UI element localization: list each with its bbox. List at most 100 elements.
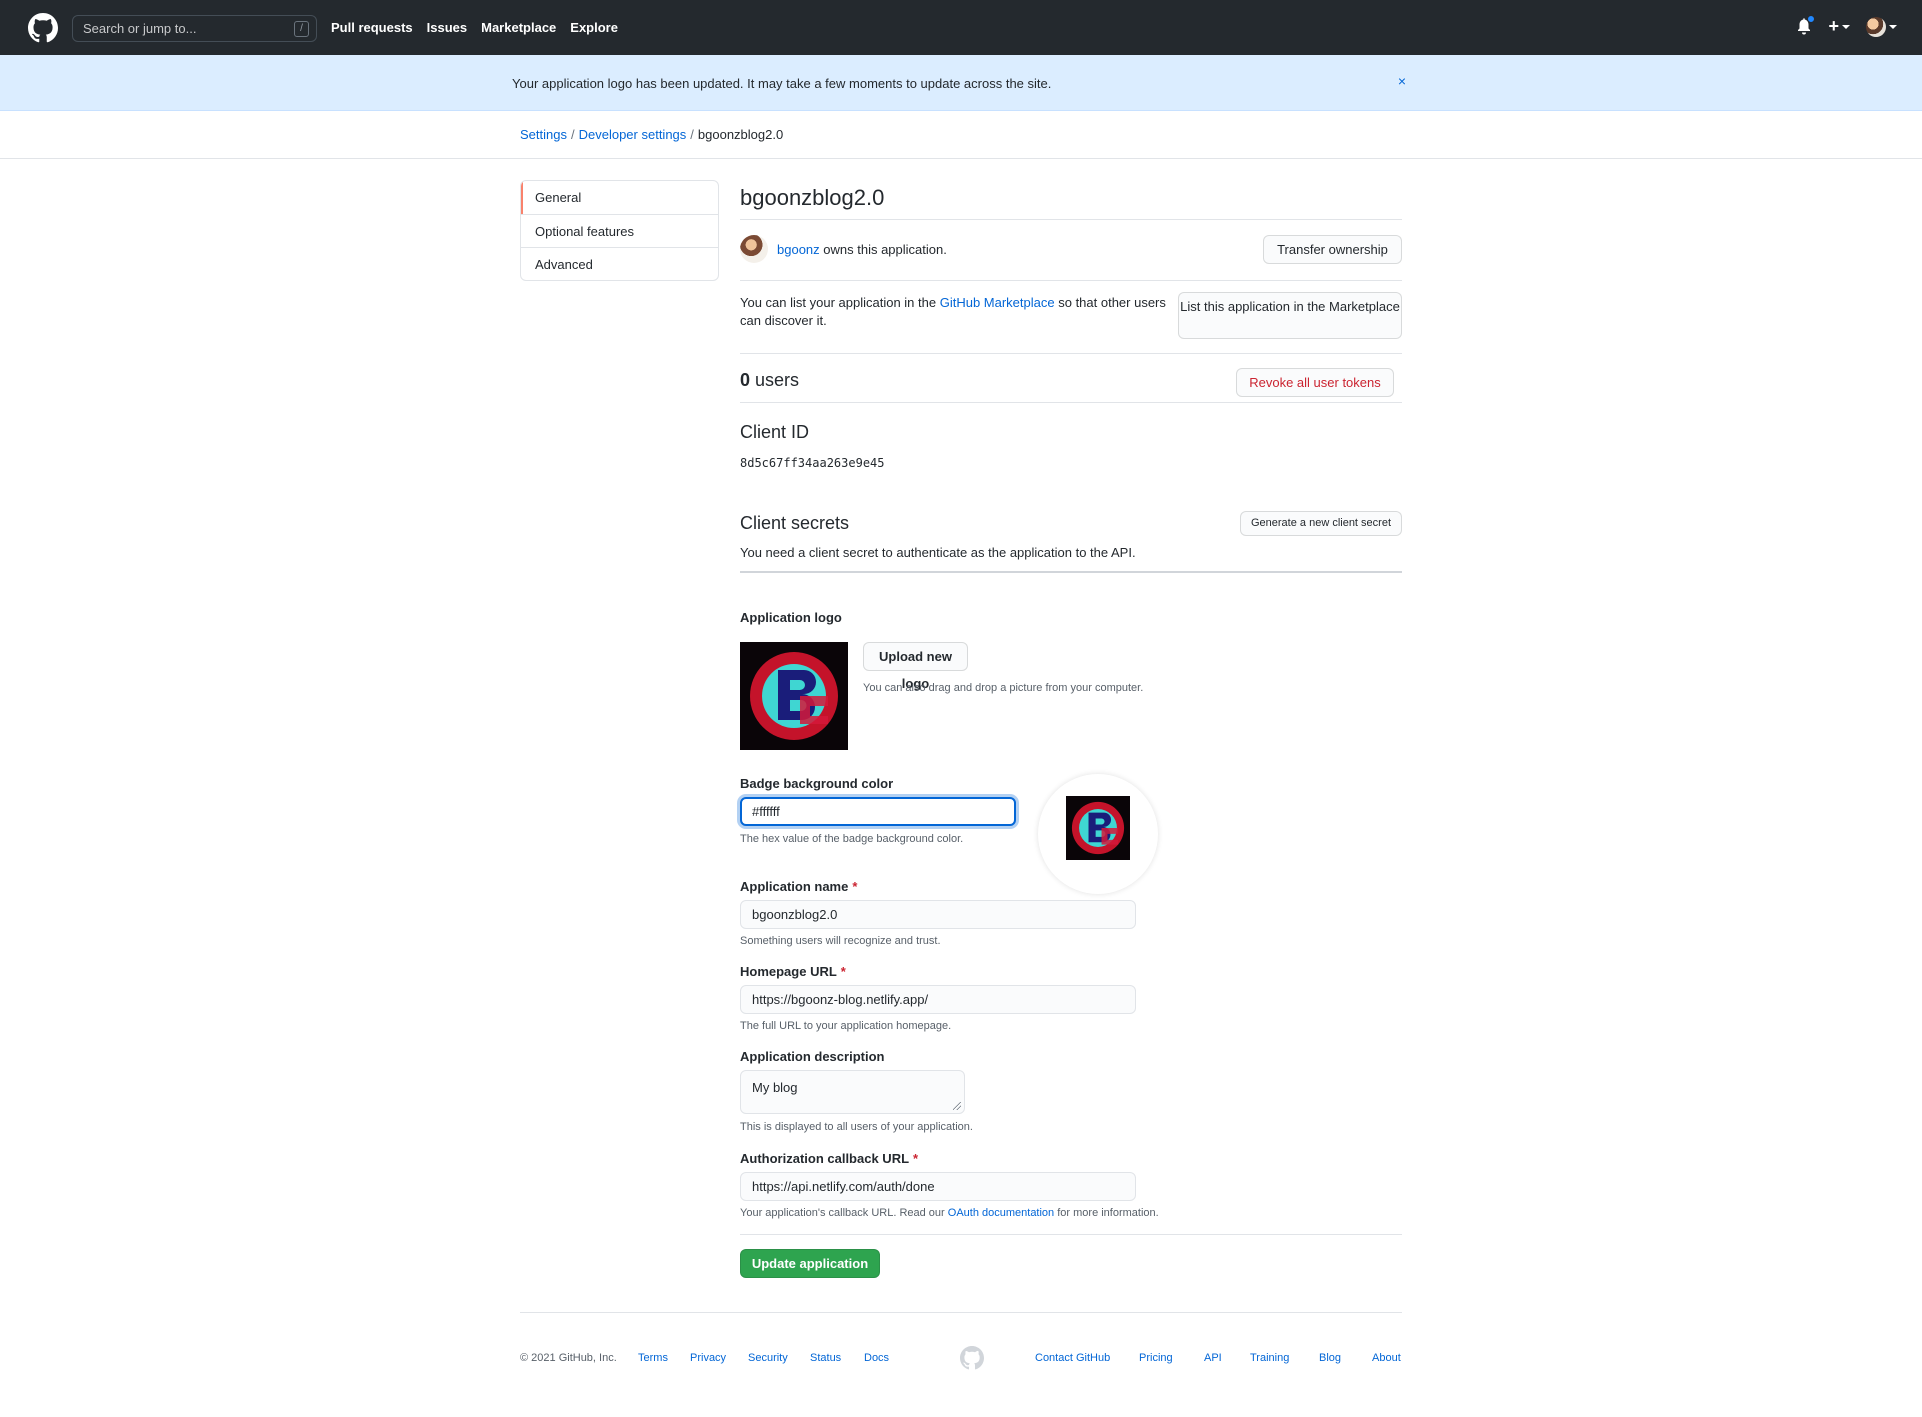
homepage-url-hint: The full URL to your application homepag… [740,1020,952,1032]
breadcrumb-settings[interactable]: Settings [520,127,567,142]
github-mark-icon[interactable] [960,1346,984,1370]
breadcrumb: Settings / Developer settings / bgoonzblog2.… [520,127,783,142]
footer-link-security[interactable]: Security [748,1352,788,1364]
footer-divider [520,1312,1402,1313]
homepage-url-label: Homepage URL * [740,964,846,979]
oauth-docs-link[interactable]: OAuth documentation [948,1207,1054,1219]
footer-link-about[interactable]: About [1372,1352,1401,1364]
nav-pull-requests[interactable]: Pull requests [331,20,413,35]
owner-statement: bgoonz owns this application. [777,242,947,257]
divider [740,280,1402,281]
create-new-button[interactable]: + [1828,16,1850,37]
badge-preview [1038,774,1158,894]
transfer-ownership-button[interactable]: Transfer ownership [1263,235,1402,264]
upload-logo-button[interactable]: Upload new logo [863,642,968,691]
generate-secret-button[interactable]: Generate a new client secret [1240,511,1402,536]
breadcrumb-separator: / [690,127,694,142]
client-id-heading: Client ID [740,422,810,442]
resize-handle-icon[interactable] [953,1102,961,1110]
users-count-label: users [750,370,800,390]
owner-avatar[interactable] [740,235,768,263]
owner-link[interactable]: bgoonz [777,242,820,257]
footer-link-status[interactable]: Status [810,1352,841,1364]
users-count-number: 0 [740,370,751,390]
callback-url-input[interactable]: https://api.netlify.com/auth/done [740,1172,1136,1201]
footer-link-training[interactable]: Training [1250,1352,1289,1364]
footer-link-pricing[interactable]: Pricing [1139,1352,1173,1364]
required-marker: * [852,879,858,894]
callback-url-hint: Your application's callback URL. Read ou… [740,1207,1159,1219]
close-icon[interactable]: × [1394,73,1410,89]
divider [740,1234,1402,1235]
revoke-tokens-button[interactable]: Revoke all user tokens [1236,368,1394,397]
app-logo-label: Application logo [740,610,842,625]
footer-copyright: © 2021 GitHub, Inc. [520,1352,617,1364]
app-name-label: Application name * [740,879,857,894]
divider [740,402,1402,403]
update-application-button[interactable]: Update application [740,1249,880,1278]
badge-preview-logo [1066,796,1130,860]
badge-color-input[interactable]: #ffffff [740,797,1016,826]
required-marker: * [913,1151,919,1166]
plus-icon: + [1828,16,1839,36]
client-id-value: 8d5c67ff34aa263e9e45 [740,456,885,470]
description-label: Application description [740,1049,885,1064]
description-textarea[interactable]: My blog [740,1070,965,1114]
app-logo-graphic [740,642,848,750]
required-marker: * [840,964,846,979]
divider [740,353,1402,354]
nav-issues[interactable]: Issues [427,20,467,35]
nav-explore[interactable]: Explore [570,20,618,35]
flash-message: Your application logo has been updated. … [512,76,1052,91]
list-in-marketplace-button[interactable]: List this application in the Marketplace [1178,292,1402,339]
homepage-url-label-text: Homepage URL [740,964,837,979]
breadcrumb-current: bgoonzblog2.0 [697,127,784,142]
app-logo-image[interactable] [740,642,848,750]
search-placeholder: Search or jump to... [83,21,197,36]
description-value: My blog [752,1080,798,1095]
app-name-input[interactable]: bgoonzblog2.0 [740,900,1136,929]
top-header: Search or jump to... / Pull requests Iss… [0,0,1922,55]
page-title: bgoonzblog2.0 [740,185,885,210]
badge-logo-graphic [1066,796,1130,860]
client-secrets-note: You need a client secret to authenticate… [740,545,1136,560]
marketplace-text: You can list your application in the Git… [740,294,1176,330]
marketplace-link[interactable]: GitHub Marketplace [940,295,1055,310]
breadcrumb-bar: Settings / Developer settings / bgoonzblog2.… [0,111,1922,159]
sidebar-item-general[interactable]: General [521,181,718,214]
footer-link-docs[interactable]: Docs [864,1352,889,1364]
nav-marketplace[interactable]: Marketplace [481,20,556,35]
search-hotkey-badge: / [294,21,309,37]
description-hint: This is displayed to all users of your a… [740,1121,973,1133]
breadcrumb-separator: / [570,127,575,142]
github-logo-icon[interactable] [28,13,58,43]
owner-suffix: owns this application. [819,242,947,257]
sidebar-item-optional-features[interactable]: Optional features [521,214,718,247]
global-nav: Pull requests Issues Marketplace Explore [331,20,618,35]
footer-link-terms[interactable]: Terms [638,1352,668,1364]
footer-link-blog[interactable]: Blog [1319,1352,1341,1364]
users-count: 0 users [740,370,799,391]
divider [740,219,1402,220]
homepage-url-input[interactable]: https://bgoonz-blog.netlify.app/ [740,985,1136,1014]
chevron-down-icon [1842,24,1850,29]
callback-url-label: Authorization callback URL * [740,1151,918,1166]
flash-notice: Your application logo has been updated. … [0,55,1922,111]
footer-link-api[interactable]: API [1204,1352,1222,1364]
sidebar-item-advanced[interactable]: Advanced [521,247,718,280]
user-menu-button[interactable] [1866,16,1897,37]
upload-logo-hint: You can also drag and drop a picture fro… [863,682,1144,694]
notifications-button[interactable] [1796,14,1816,37]
marketplace-text-before: You can list your application in the [740,295,940,310]
settings-sidebar: General Optional features Advanced [520,180,719,281]
callback-url-label-text: Authorization callback URL [740,1151,910,1166]
callback-hint-before: Your application's callback URL. Read ou… [740,1207,948,1219]
avatar [1866,16,1886,37]
footer-link-contact[interactable]: Contact GitHub [1035,1352,1110,1364]
search-input[interactable]: Search or jump to... / [72,15,317,42]
app-name-label-text: Application name [740,879,849,894]
footer-link-privacy[interactable]: Privacy [690,1352,726,1364]
breadcrumb-developer-settings[interactable]: Developer settings [579,127,687,142]
divider [740,571,1402,573]
badge-color-hint: The hex value of the badge background co… [740,833,964,845]
